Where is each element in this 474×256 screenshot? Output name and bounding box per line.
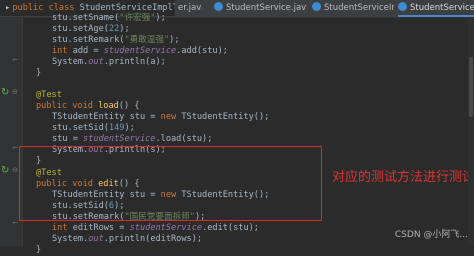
tab-student-service-impl-test[interactable]: StudentServiceImplT xyxy=(398,0,474,17)
code-line: int add = studentService.add(stu); xyxy=(52,46,228,56)
run-test-icon[interactable]: ↻ xyxy=(1,165,9,176)
code-line: } xyxy=(36,156,42,166)
code-line: int editRows = studentService.edit(stu); xyxy=(52,223,259,233)
watermark: CSDN @小阿飞... xyxy=(394,230,468,240)
class-modifiers: public class xyxy=(12,3,75,13)
tab-student-service-impl[interactable]: StudentServiceImpl.java xyxy=(312,0,394,17)
code-line: } xyxy=(36,245,42,255)
code-line: stu.setRemark("勇敢温强"); xyxy=(52,35,180,45)
run-test-icon[interactable]: ↻ xyxy=(1,87,9,98)
tab-mapper[interactable]: er.java xyxy=(178,0,202,17)
breadcrumb-indicator: ▸ xyxy=(0,3,11,13)
code-line: stu.setSname("许宏强"); xyxy=(52,13,166,23)
code-line: TStudentEntity stu = new TStudentEntity(… xyxy=(52,190,270,200)
tab-label: StudentService.java xyxy=(226,3,306,13)
class-name: StudentServiceImplTest xyxy=(79,3,175,13)
code-line: @Test xyxy=(36,168,62,178)
tab-label: StudentServiceImplT xyxy=(410,3,474,13)
code-line: stu.setSid(149); xyxy=(52,123,135,133)
code-line: stu.setAge(22); xyxy=(52,24,130,34)
code-line: @Test xyxy=(36,90,62,100)
fold-end-icon[interactable]: ⌐ xyxy=(12,56,18,64)
scrollbar-thumb[interactable] xyxy=(469,57,473,117)
code-editor[interactable]: stu.setSname("许宏强"); stu.setAge(22); stu… xyxy=(24,13,474,255)
code-line: stu = studentService.load(stu); xyxy=(52,134,213,144)
interface-icon xyxy=(214,2,223,11)
class-icon xyxy=(312,2,321,11)
code-line: System.out.println(editRows); xyxy=(52,234,203,244)
vertical-scrollbar[interactable] xyxy=(468,17,474,246)
code-line: public void edit() { xyxy=(36,179,140,189)
code-line: } xyxy=(36,68,42,78)
code-line: stu.setRemark("国民党要面拆师"); xyxy=(52,212,206,222)
code-line: public void load() { xyxy=(36,101,140,111)
annotation-text: 对应的测试方法进行测试 xyxy=(332,170,474,185)
fold-end-icon[interactable]: ⌐ xyxy=(12,219,18,227)
editor-gutter: ⌐ ↻ ⊖ ⌐ ↻ ⊖ ⌐ xyxy=(0,17,23,246)
fold-icon[interactable]: ⊖ xyxy=(12,88,18,96)
fold-end-icon[interactable]: ⌐ xyxy=(12,144,18,152)
tab-label: er.java xyxy=(178,3,202,13)
code-line: stu.setSid(6); xyxy=(52,201,125,211)
class-icon xyxy=(398,2,407,11)
code-line: System.out.println(s); xyxy=(52,145,166,155)
fold-icon[interactable]: ⊖ xyxy=(12,166,18,174)
tab-label: StudentServiceImpl.java xyxy=(324,3,394,13)
code-line: TStudentEntity stu = new TStudentEntity(… xyxy=(52,112,270,122)
code-line: System.out.println(a); xyxy=(52,57,166,67)
tab-student-service[interactable]: StudentService.java× xyxy=(214,0,306,17)
